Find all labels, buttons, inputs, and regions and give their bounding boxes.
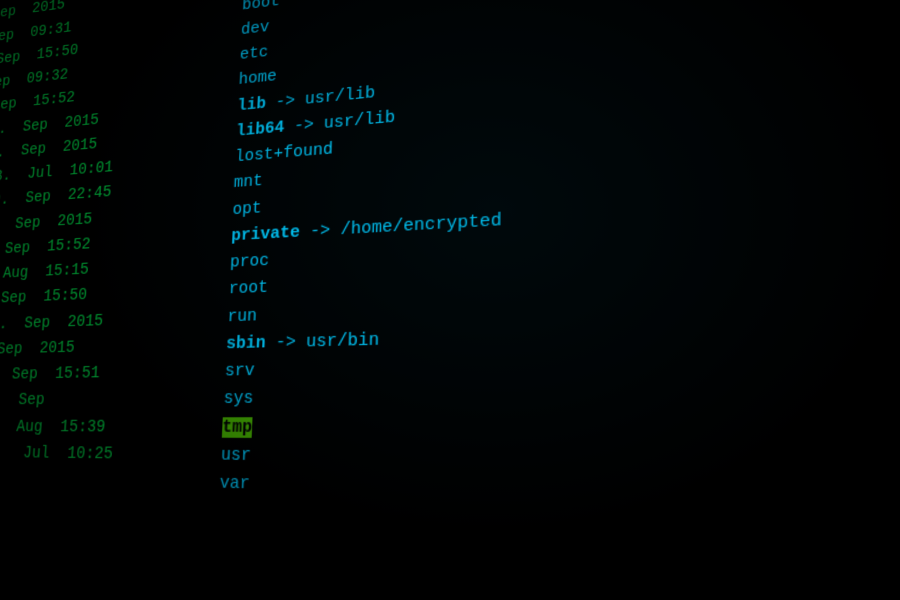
tmp-highlighted: tmp [222, 417, 253, 438]
line-right: opt [232, 195, 262, 223]
screen-content: 15:53 2. Sep 2015 bin -> usr/bin 3. Sep … [0, 0, 900, 555]
line-left: Jul 10:25 [0, 439, 222, 469]
line-right: sys [223, 385, 254, 413]
line-right: var [219, 469, 250, 498]
line-right: tmp [222, 413, 253, 441]
line-right: mnt [233, 168, 263, 196]
line-right: srv [224, 357, 255, 385]
line-right: dev [240, 14, 269, 42]
line-left: 300 21. Sep 15:51 [0, 358, 226, 389]
terminal-window: 15:53 2. Sep 2015 bin -> usr/bin 3. Sep … [0, 0, 900, 600]
line-left [0, 465, 220, 498]
line-right: usr [220, 441, 251, 470]
line-right: sbin -> usr/bin [226, 326, 380, 358]
line-right: root [228, 274, 268, 303]
line-left: 4096 21. Sep [0, 385, 224, 414]
line-right: etc [239, 39, 269, 67]
line-right: run [227, 302, 258, 330]
line-right: proc [229, 247, 269, 276]
line-left: 4096 12. Aug 15:39 [0, 413, 223, 441]
